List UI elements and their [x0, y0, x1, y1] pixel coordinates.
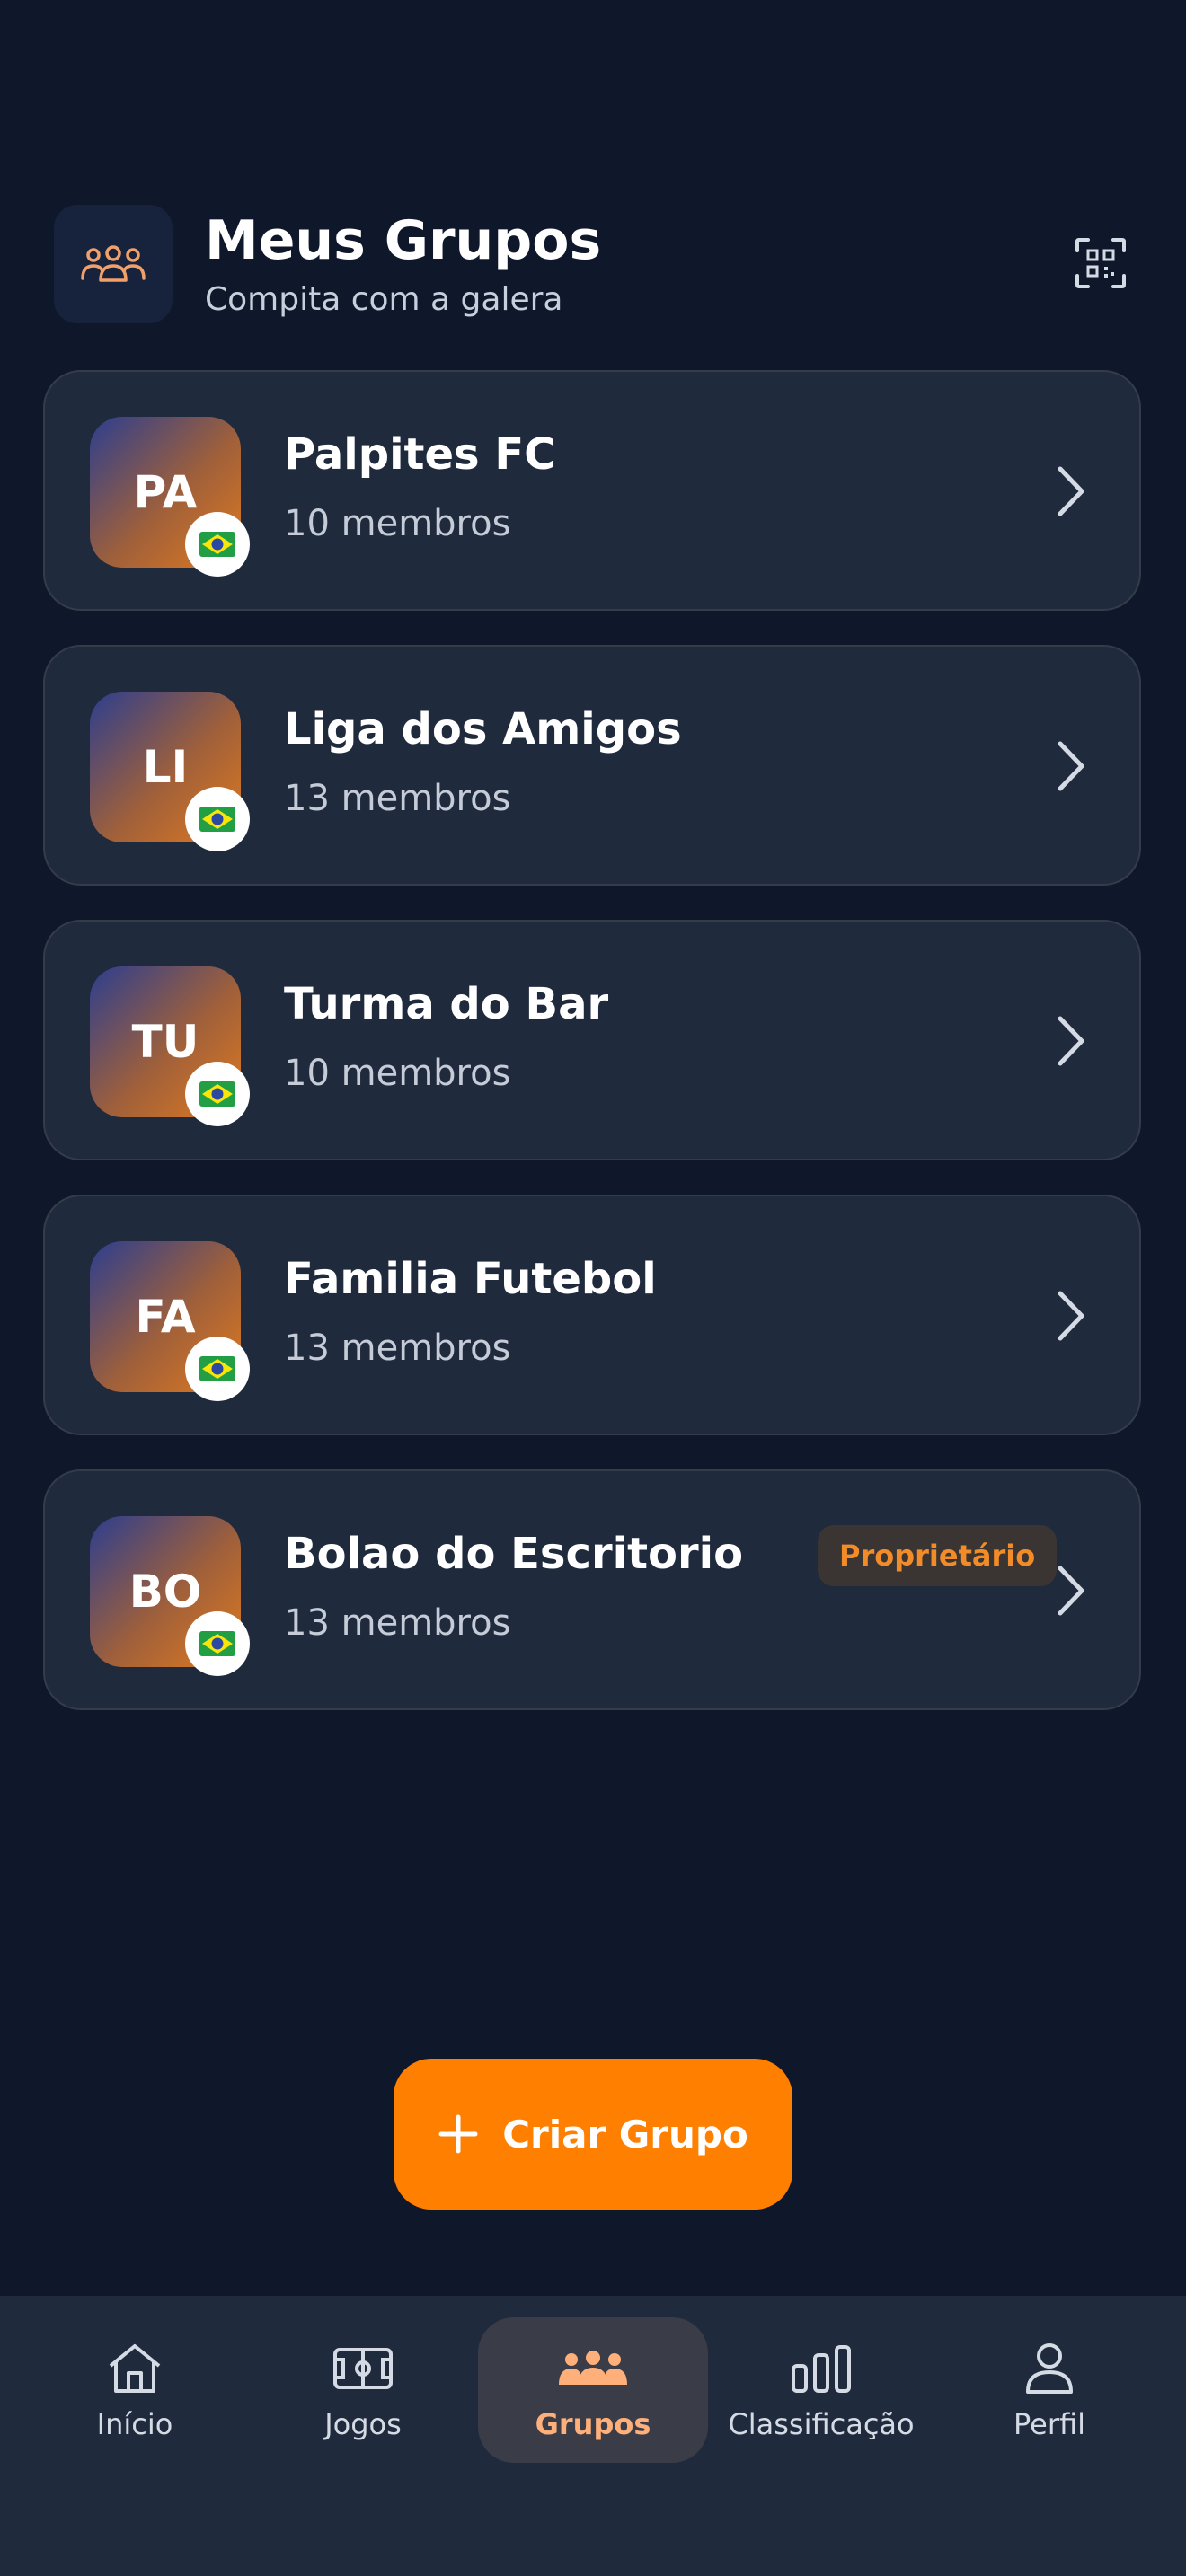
page-subtitle: Compita com a galera — [205, 281, 563, 318]
brazil-flag-icon — [185, 1611, 250, 1676]
group-members-count: 10 membros — [284, 1053, 511, 1094]
brazil-flag-icon — [185, 512, 250, 577]
nav-item-inicio[interactable]: Início — [20, 2317, 250, 2463]
group-card[interactable]: BO Bolao do Escritorio 13 membros Propri… — [43, 1469, 1141, 1710]
group-name: Bolao do Escritorio — [284, 1529, 744, 1579]
bottom-nav: Início Jogos Grupos Classificação Perfil — [0, 2296, 1186, 2576]
brazil-flag-icon — [185, 787, 250, 851]
chevron-right-icon — [1058, 1291, 1084, 1341]
qr-scan-icon[interactable] — [1069, 232, 1132, 295]
group-name: Familia Futebol — [284, 1254, 657, 1304]
page-title: Meus Grupos — [205, 209, 602, 272]
plus-icon — [438, 2114, 478, 2154]
home-icon — [105, 2339, 164, 2398]
group-card[interactable]: LI Liga dos Amigos 13 membros — [43, 645, 1141, 886]
nav-item-jogos[interactable]: Jogos — [248, 2317, 478, 2463]
nav-label: Jogos — [324, 2407, 402, 2441]
soccer-field-icon — [332, 2339, 394, 2398]
brazil-flag-icon — [185, 1062, 250, 1126]
create-group-button[interactable]: Criar Grupo — [394, 2059, 792, 2210]
nav-label: Classificação — [728, 2407, 915, 2441]
group-members-count: 13 membros — [284, 778, 511, 819]
group-card[interactable]: TU Turma do Bar 10 membros — [43, 920, 1141, 1160]
group-icon — [559, 2339, 627, 2398]
nav-label: Perfil — [1013, 2407, 1086, 2441]
group-card[interactable]: PA Palpites FC 10 membros — [43, 370, 1141, 611]
page-header: Meus Grupos Compita com a galera — [54, 205, 1132, 323]
chevron-right-icon — [1058, 466, 1084, 516]
group-card[interactable]: FA Familia Futebol 13 membros — [43, 1195, 1141, 1435]
group-name: Liga dos Amigos — [284, 704, 682, 754]
chevron-right-icon — [1058, 1016, 1084, 1066]
user-icon — [1024, 2339, 1075, 2398]
brazil-flag-icon — [185, 1337, 250, 1401]
nav-item-classificacao[interactable]: Classificação — [706, 2317, 936, 2463]
create-group-label: Criar Grupo — [502, 2112, 748, 2157]
group-members-count: 10 membros — [284, 503, 511, 544]
chevron-right-icon — [1058, 1566, 1084, 1616]
group-members-count: 13 membros — [284, 1602, 511, 1644]
owner-badge: Proprietário — [818, 1525, 1058, 1586]
nav-label: Grupos — [535, 2407, 651, 2441]
nav-item-perfil[interactable]: Perfil — [934, 2317, 1164, 2463]
group-icon — [54, 205, 173, 323]
nav-item-grupos[interactable]: Grupos — [478, 2317, 708, 2463]
group-name: Palpites FC — [284, 429, 556, 480]
chevron-right-icon — [1058, 741, 1084, 791]
nav-label: Início — [96, 2407, 173, 2441]
group-members-count: 13 membros — [284, 1328, 511, 1369]
group-name: Turma do Bar — [284, 979, 609, 1029]
bar-chart-icon — [790, 2339, 853, 2398]
